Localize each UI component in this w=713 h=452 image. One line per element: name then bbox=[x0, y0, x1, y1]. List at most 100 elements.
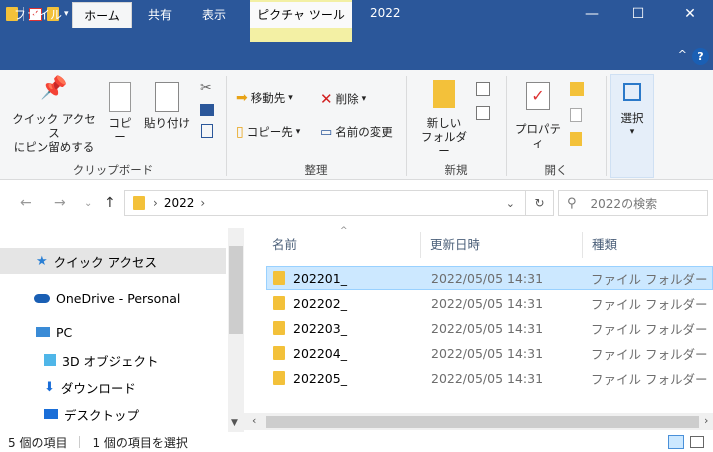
close-button[interactable]: ✕ bbox=[667, 0, 713, 28]
file-type: ファイル フォルダー bbox=[591, 321, 708, 337]
tab-home[interactable]: ホーム bbox=[72, 2, 132, 28]
star-icon: ★ bbox=[36, 253, 48, 269]
file-row[interactable]: 202202_ 2022/05/05 14:31 ファイル フォルダー bbox=[266, 291, 713, 315]
file-type: ファイル フォルダー bbox=[591, 296, 708, 312]
recent-locations-icon[interactable]: ⌄ bbox=[84, 198, 92, 209]
folder-icon bbox=[273, 346, 285, 360]
delete-button[interactable]: ✕ 削除 ▾ bbox=[320, 90, 366, 108]
paste-shortcut-icon[interactable] bbox=[201, 124, 213, 138]
pc-icon bbox=[36, 327, 50, 337]
folder-icon bbox=[273, 271, 285, 285]
download-icon: ⬇ bbox=[44, 379, 55, 395]
details-view-icon[interactable] bbox=[668, 435, 684, 449]
copy-to-icon: ▯ bbox=[236, 124, 244, 140]
move-to-button[interactable]: ➡ 移動先 ▾ bbox=[236, 90, 293, 106]
file-row[interactable]: 202201_ 2022/05/05 14:31 ファイル フォルダー bbox=[266, 266, 713, 290]
folder-icon bbox=[273, 321, 285, 335]
address-bar[interactable]: › 2022 › ⌄ bbox=[124, 190, 526, 216]
tab-share[interactable]: 共有 bbox=[138, 2, 182, 28]
file-name[interactable]: 202203_ bbox=[293, 321, 347, 336]
search-input[interactable]: 2022の検索 bbox=[591, 195, 658, 212]
file-name[interactable]: 202202_ bbox=[293, 296, 347, 311]
new-folder-icon bbox=[433, 80, 455, 108]
tab-picture-tools[interactable]: ピクチャ ツール bbox=[250, 2, 352, 28]
address-path[interactable]: 2022 bbox=[164, 196, 195, 210]
file-date: 2022/05/05 14:31 bbox=[431, 295, 544, 311]
nav-scroll-down-icon[interactable]: ▼ bbox=[231, 418, 238, 428]
address-dropdown-icon[interactable]: ⌄ bbox=[506, 197, 515, 210]
copy-path-icon[interactable] bbox=[200, 104, 214, 116]
sort-indicator-icon: ^ bbox=[340, 226, 348, 236]
maximize-button[interactable]: ☐ bbox=[615, 0, 661, 28]
cloud-icon bbox=[34, 293, 50, 303]
select-icon bbox=[623, 83, 641, 101]
copy-icon bbox=[109, 82, 131, 112]
nav-item-desktop[interactable]: デスクトップ bbox=[0, 404, 139, 424]
search-icon: ⚲ bbox=[567, 195, 577, 211]
file-type: ファイル フォルダー bbox=[591, 371, 708, 387]
nav-item-quick-access[interactable]: ★ クイック アクセス bbox=[0, 248, 226, 274]
large-icons-view-icon[interactable] bbox=[690, 436, 704, 448]
new-group-label: 新規 bbox=[444, 163, 468, 177]
search-box[interactable]: ⚲ 2022の検索 bbox=[558, 190, 708, 216]
pin-to-quick-access-button[interactable]: 📌 クイック アクセス にピン留めする bbox=[10, 76, 98, 155]
open-group-label: 開く bbox=[544, 163, 568, 177]
edit-icon[interactable] bbox=[570, 108, 582, 122]
file-name[interactable]: 202205_ bbox=[293, 371, 347, 386]
file-date: 2022/05/05 14:31 bbox=[431, 320, 544, 336]
scroll-right-icon[interactable]: › bbox=[704, 414, 708, 427]
new-folder-button[interactable]: 新しい フォルダー bbox=[416, 80, 472, 158]
clipboard-group-label: クリップボード bbox=[72, 163, 154, 177]
file-name[interactable]: 202204_ bbox=[293, 346, 347, 361]
minimize-button[interactable]: — bbox=[569, 0, 615, 28]
column-header-type[interactable]: 種類 bbox=[592, 228, 617, 262]
nav-scrollbar-thumb[interactable] bbox=[229, 246, 243, 334]
scroll-left-icon[interactable]: ‹ bbox=[252, 414, 256, 427]
cut-icon[interactable]: ✂ bbox=[200, 80, 212, 96]
help-icon[interactable]: ? bbox=[692, 48, 709, 65]
cube-icon bbox=[44, 354, 56, 366]
file-row[interactable]: 202204_ 2022/05/05 14:31 ファイル フォルダー bbox=[266, 341, 713, 365]
rename-icon: ▭ bbox=[320, 124, 333, 140]
column-header-modified[interactable]: 更新日時 bbox=[430, 228, 480, 262]
folder-icon bbox=[133, 196, 145, 210]
select-button[interactable]: 選択 ▾ bbox=[610, 74, 654, 178]
nav-item-pc[interactable]: PC bbox=[0, 322, 72, 342]
refresh-button[interactable]: ↻ bbox=[526, 190, 554, 216]
window-title: 2022 bbox=[370, 6, 401, 20]
new-item-icon[interactable] bbox=[476, 82, 490, 96]
properties-button[interactable]: ✓ プロパティ bbox=[512, 82, 564, 150]
tab-view[interactable]: 表示 bbox=[190, 2, 238, 28]
forward-button[interactable]: → bbox=[54, 195, 66, 211]
up-button[interactable]: ↑ bbox=[104, 195, 116, 211]
easy-access-icon[interactable] bbox=[476, 106, 490, 120]
file-name[interactable]: 202201_ bbox=[293, 271, 347, 286]
paste-icon bbox=[155, 82, 179, 112]
properties-icon: ✓ bbox=[526, 82, 550, 110]
tab-file[interactable]: ファイル bbox=[10, 2, 66, 28]
copy-button[interactable]: コピー bbox=[104, 82, 136, 144]
organize-group-label: 整理 bbox=[304, 163, 328, 177]
nav-item-3d-objects[interactable]: 3D オブジェクト bbox=[0, 350, 159, 370]
horizontal-scrollbar-thumb[interactable] bbox=[266, 416, 699, 428]
nav-item-onedrive[interactable]: OneDrive - Personal bbox=[0, 288, 180, 308]
open-icon[interactable] bbox=[570, 82, 584, 96]
collapse-ribbon-icon[interactable]: ^ bbox=[678, 48, 687, 61]
back-button[interactable]: ← bbox=[20, 195, 32, 211]
ribbon: 📌 クイック アクセス にピン留めする コピー 貼り付け ✂ クリップボード ➡… bbox=[0, 70, 713, 180]
copy-to-button[interactable]: ▯ コピー先 ▾ bbox=[236, 124, 300, 140]
desktop-icon bbox=[44, 409, 58, 419]
file-date: 2022/05/05 14:31 bbox=[431, 270, 544, 286]
pin-icon: 📌 bbox=[40, 76, 68, 101]
paste-button[interactable]: 貼り付け bbox=[142, 82, 192, 130]
rename-button[interactable]: ▭ 名前の変更 bbox=[320, 124, 393, 140]
nav-item-downloads[interactable]: ⬇ ダウンロード bbox=[0, 377, 136, 397]
selected-count: 1 個の項目を選択 bbox=[92, 435, 188, 450]
column-header-name[interactable]: 名前 bbox=[272, 228, 297, 262]
history-icon[interactable] bbox=[570, 132, 582, 146]
file-row[interactable]: 202205_ 2022/05/05 14:31 ファイル フォルダー bbox=[266, 366, 713, 390]
delete-icon: ✕ bbox=[320, 90, 333, 108]
file-row[interactable]: 202203_ 2022/05/05 14:31 ファイル フォルダー bbox=[266, 316, 713, 340]
folder-icon bbox=[273, 296, 285, 310]
file-type: ファイル フォルダー bbox=[591, 346, 708, 362]
